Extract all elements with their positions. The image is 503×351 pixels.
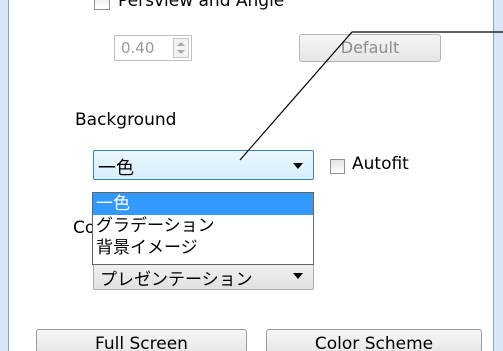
arrow-up-icon[interactable] <box>177 42 185 46</box>
spinner-buttons[interactable] <box>173 38 189 58</box>
window-frame-right <box>493 0 503 351</box>
autofit-checkbox[interactable] <box>330 159 345 174</box>
color-selected-value: プレゼンテーション <box>100 270 253 290</box>
default-button[interactable]: Default <box>299 34 441 62</box>
background-label: Background <box>75 110 177 130</box>
chevron-down-icon[interactable] <box>293 163 303 169</box>
color-combobox[interactable]: プレゼンテーション <box>93 261 314 290</box>
arrow-down-icon[interactable] <box>177 50 185 54</box>
dropdown-option-image[interactable]: 背景イメージ <box>93 237 313 259</box>
persview-label: Persview and Angle <box>118 0 285 11</box>
dropdown-option-gradient[interactable]: グラデーション <box>93 215 313 237</box>
window-frame-left <box>0 0 9 351</box>
background-combobox[interactable]: 一色 <box>93 150 314 180</box>
value-spinner[interactable]: 0.40 <box>114 35 192 61</box>
background-selected-value: 一色 <box>98 158 134 179</box>
autofit-label: Autofit <box>352 154 409 174</box>
dropdown-option-solid[interactable]: 一色 <box>93 193 313 215</box>
settings-panel: Persview and Angle 0.40 Default Backgrou… <box>0 0 503 351</box>
full-screen-button[interactable]: Full Screen <box>36 329 247 351</box>
persview-checkbox[interactable] <box>94 0 110 10</box>
chevron-down-icon[interactable] <box>293 273 303 279</box>
background-dropdown-list[interactable]: 一色 グラデーション 背景イメージ <box>92 192 314 265</box>
color-scheme-button[interactable]: Color Scheme <box>266 329 482 351</box>
spinner-value: 0.40 <box>121 39 155 57</box>
